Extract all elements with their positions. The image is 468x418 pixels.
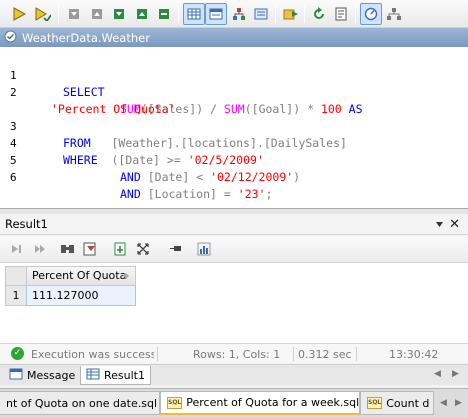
tab-document-label: Count d bbox=[386, 396, 430, 410]
first-icon[interactable] bbox=[86, 3, 108, 25]
code-line: 5 AND [Date] < '02/12/2009') bbox=[10, 154, 301, 184]
tab-document-label: nt of Quota on one date.sql * bbox=[6, 396, 160, 410]
text-view-icon[interactable] bbox=[205, 3, 227, 25]
line-number: 6 bbox=[10, 171, 17, 184]
hierarchy-icon[interactable] bbox=[228, 3, 250, 25]
stop-icon[interactable] bbox=[63, 3, 85, 25]
status-bar: ✓ Execution was successful Rows: 1, Cols… bbox=[0, 343, 468, 363]
grid-cell[interactable]: 111.127000 bbox=[26, 286, 136, 306]
code-line: 2 SUM([Sales]) / SUM([Goal]) * 100 AS bbox=[10, 86, 363, 116]
scroll-right-icon[interactable]: ▶ bbox=[452, 369, 459, 379]
document-tabs: nt of Quota on one date.sql * SQL Percen… bbox=[0, 388, 468, 418]
code-line: 1 SELECT bbox=[10, 69, 105, 99]
grid-icon bbox=[86, 368, 100, 383]
result-grid: Percent Of Quota ◆ 1 111.127000 bbox=[0, 263, 468, 343]
refresh-icon[interactable] bbox=[308, 3, 330, 25]
execute-step-icon[interactable] bbox=[32, 3, 54, 25]
pane-icon[interactable] bbox=[250, 3, 272, 25]
export-icon[interactable] bbox=[110, 239, 130, 259]
tab-document[interactable]: SQL Count d bbox=[360, 391, 434, 415]
target-icon[interactable] bbox=[360, 3, 382, 25]
fast-forward-icon[interactable] bbox=[30, 239, 50, 259]
database-icon bbox=[4, 30, 17, 46]
tab-result1-label: Result1 bbox=[104, 368, 145, 382]
code-line: 'Percent Of Quota' bbox=[51, 102, 176, 116]
next-icon[interactable] bbox=[131, 3, 153, 25]
editor-title-bar: WeatherData.Weather bbox=[0, 28, 468, 47]
sql-editor[interactable]: 1 SELECT 2 SUM([Sales]) / SUM([Goal]) * … bbox=[0, 47, 468, 209]
status-rows-cols: Rows: 1, Cols: 1 bbox=[193, 348, 281, 361]
output-tabs: Message Result1 ◀ ▶ bbox=[0, 364, 468, 385]
code-line: 3 FROM [Weather].[locations].[DailySales… bbox=[10, 120, 347, 150]
code-line: 4 WHERE ([Date] >= '02/5/2009' bbox=[10, 137, 264, 167]
dropdown-icon[interactable] bbox=[435, 219, 444, 232]
message-icon bbox=[9, 368, 23, 383]
chart-icon[interactable] bbox=[194, 239, 214, 259]
last-icon[interactable] bbox=[153, 3, 175, 25]
sql-file-icon: SQL bbox=[167, 396, 183, 409]
settings-icon[interactable] bbox=[383, 3, 405, 25]
sort-icon[interactable]: ◆ bbox=[123, 267, 129, 285]
status-time: 13:30:42 bbox=[389, 348, 439, 361]
result-toolbar bbox=[0, 236, 468, 263]
import-icon[interactable] bbox=[280, 3, 302, 25]
notes-icon[interactable] bbox=[330, 3, 352, 25]
editor-title: WeatherData.Weather bbox=[22, 30, 150, 45]
filter-icon[interactable] bbox=[80, 239, 100, 259]
tab-document-active-label: Percent of Quota for a week.sql * bbox=[186, 396, 360, 409]
execute-icon[interactable] bbox=[8, 3, 30, 25]
success-icon: ✓ bbox=[11, 347, 24, 360]
sql-file-icon: SQL bbox=[367, 397, 383, 409]
tab-message-label: Message bbox=[27, 369, 76, 382]
main-toolbar bbox=[0, 0, 468, 28]
pin-icon[interactable] bbox=[166, 239, 186, 259]
tab-message[interactable]: Message bbox=[4, 366, 80, 385]
column-header-label: Percent Of Quota bbox=[32, 269, 127, 282]
close-icon[interactable]: ✕ bbox=[449, 217, 460, 232]
prev-icon[interactable] bbox=[108, 3, 130, 25]
scroll-left-icon[interactable]: ◀ bbox=[434, 369, 441, 379]
status-duration: 0.312 sec bbox=[298, 348, 352, 361]
tab-result1[interactable]: Result1 bbox=[80, 366, 151, 385]
tab-document[interactable]: nt of Quota on one date.sql * bbox=[0, 391, 160, 415]
find-icon[interactable] bbox=[58, 239, 78, 259]
scroll-left-icon[interactable]: ◀ bbox=[440, 398, 447, 408]
grid-view-icon[interactable] bbox=[183, 3, 205, 25]
grid-corner[interactable] bbox=[5, 266, 27, 286]
scroll-right-icon[interactable]: ▶ bbox=[455, 398, 462, 408]
row-number[interactable]: 1 bbox=[5, 286, 27, 306]
status-message: Execution was successful bbox=[31, 348, 154, 361]
result-panel-title: Result1 bbox=[5, 217, 48, 231]
result-panel-header: Result1 ✕ bbox=[0, 214, 468, 235]
tab-document-active[interactable]: SQL Percent of Quota for a week.sql * bbox=[160, 391, 360, 415]
maximize-icon[interactable] bbox=[133, 239, 153, 259]
code-line: 6 AND [Location] = '23'; bbox=[10, 171, 273, 201]
column-header[interactable]: Percent Of Quota ◆ bbox=[26, 266, 136, 286]
step-forward-icon[interactable] bbox=[6, 239, 26, 259]
